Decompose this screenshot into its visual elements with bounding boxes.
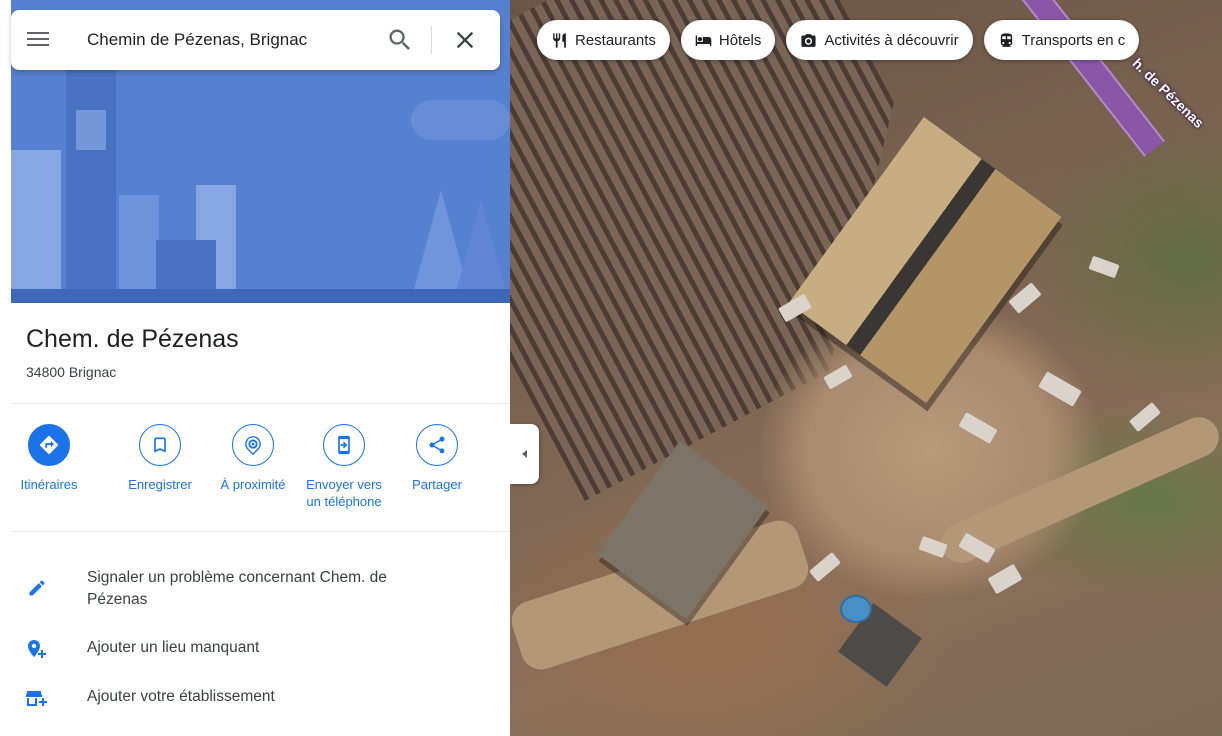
add-business-icon xyxy=(26,691,47,706)
divider xyxy=(11,403,510,404)
search-icon xyxy=(389,29,410,50)
side-panel: Chemin de Pézenas, Brignac Chem. de Péze… xyxy=(0,0,510,736)
clear-search-button[interactable] xyxy=(451,26,479,54)
action-label: À proximité xyxy=(220,477,286,492)
hero-hill xyxy=(451,200,510,303)
hero-ground xyxy=(11,289,510,303)
hero-tower xyxy=(66,70,116,303)
directions-button[interactable]: Itinéraires xyxy=(3,424,95,493)
transit-icon xyxy=(1000,32,1012,47)
add-place-icon xyxy=(28,640,46,658)
action-label: Partager xyxy=(412,477,462,492)
menu-icon-bar xyxy=(27,38,49,40)
action-label: Envoyer vers un téléphone xyxy=(306,477,382,509)
chip-transit[interactable]: Transports en c xyxy=(983,20,1140,60)
nearby-button[interactable]: À proximité xyxy=(207,424,299,493)
link-label: Ajouter votre établissement xyxy=(87,688,275,705)
vehicle xyxy=(1008,282,1042,314)
hero-building xyxy=(119,195,159,303)
chip-label: Restaurants xyxy=(575,31,656,49)
add-business-link[interactable]: Ajouter votre établissement xyxy=(24,686,447,712)
satellite-map[interactable]: h. de Pézenas xyxy=(510,0,1222,736)
send-to-phone-button[interactable]: Envoyer vers un téléphone xyxy=(298,424,390,510)
vehicle xyxy=(1129,401,1161,433)
add-missing-place-link[interactable]: Ajouter un lieu manquant xyxy=(24,637,447,663)
send-to-phone-circle xyxy=(323,424,365,466)
action-label: Enregistrer xyxy=(128,477,192,492)
chip-restaurants[interactable]: Restaurants xyxy=(537,20,670,60)
place-address: 34800 Brignac xyxy=(26,364,117,380)
search-input[interactable]: Chemin de Pézenas, Brignac xyxy=(87,30,307,50)
nearby-circle xyxy=(232,424,274,466)
place-title: Chem. de Pézenas xyxy=(26,325,239,353)
nearby-icon xyxy=(245,436,261,456)
chip-label: Activités à découvrir xyxy=(824,31,959,49)
chip-activities[interactable]: Activités à découvrir xyxy=(786,20,973,60)
hero-window xyxy=(76,110,106,150)
pool xyxy=(840,595,872,623)
search-button[interactable] xyxy=(386,26,414,54)
chevron-left-icon xyxy=(522,450,527,458)
directions-circle xyxy=(28,424,70,466)
link-label: Signaler un problème concernant Chem. de… xyxy=(87,569,387,608)
chip-label: Transports en c xyxy=(1021,31,1126,49)
menu-button[interactable] xyxy=(27,28,53,52)
hotel-icon xyxy=(695,35,712,46)
vehicle xyxy=(1088,255,1120,279)
pencil-icon xyxy=(29,580,45,596)
save-circle xyxy=(139,424,181,466)
share-button[interactable]: Partager xyxy=(391,424,483,493)
search-divider xyxy=(431,26,432,54)
report-problem-link[interactable]: Signaler un problème concernant Chem. de… xyxy=(24,567,447,611)
send-to-phone-icon xyxy=(338,435,350,455)
menu-icon xyxy=(27,32,49,34)
restaurant-icon xyxy=(553,32,566,48)
share-icon xyxy=(429,436,445,454)
chip-label: Hôtels xyxy=(718,31,762,49)
link-label: Ajouter un lieu manquant xyxy=(87,639,260,656)
action-label: Itinéraires xyxy=(20,477,78,492)
share-circle xyxy=(416,424,458,466)
menu-icon-bar xyxy=(27,44,49,46)
save-button[interactable]: Enregistrer xyxy=(114,424,206,493)
bookmark-icon xyxy=(154,437,166,453)
chip-hotels[interactable]: Hôtels xyxy=(680,20,776,60)
directions-icon xyxy=(39,435,59,455)
hero-cloud xyxy=(411,100,510,140)
category-chips: Restaurants Hôtels Activités à découvrir… xyxy=(537,20,1140,60)
close-icon xyxy=(456,31,474,49)
search-box: Chemin de Pézenas, Brignac xyxy=(11,10,500,70)
camera-icon xyxy=(801,33,816,47)
divider xyxy=(11,531,510,532)
hero-building xyxy=(11,150,61,303)
collapse-panel-button[interactable] xyxy=(510,424,539,484)
